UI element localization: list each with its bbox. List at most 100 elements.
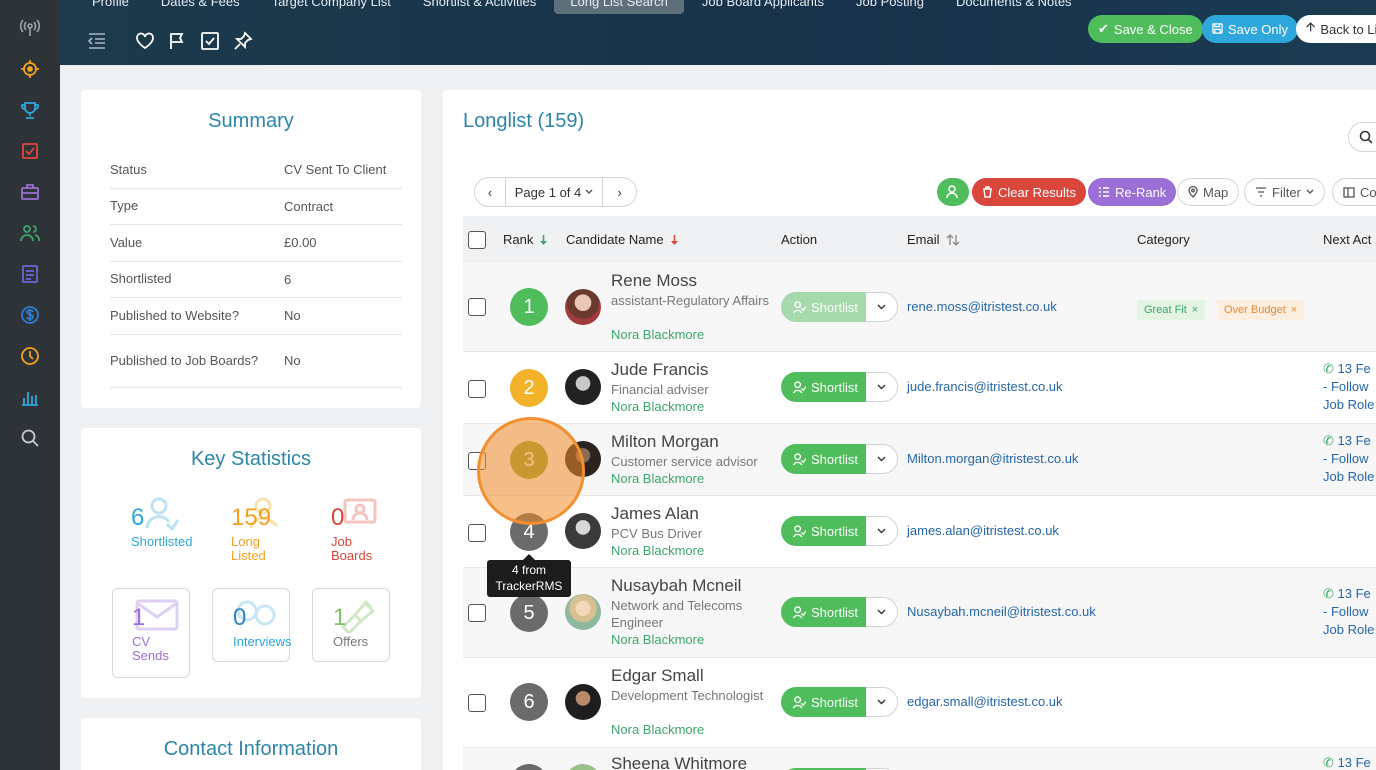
stat-interviews[interactable]: 0 Interviews bbox=[212, 588, 292, 662]
tab-long-list-search[interactable]: Long List Search bbox=[554, 0, 684, 14]
column-action[interactable]: Action bbox=[781, 216, 817, 263]
next-action[interactable]: ✆ 13 Fe - Follow Job Role bbox=[1323, 585, 1374, 639]
table-row[interactable]: 4 James Alan PCV Bus Driver Nora Blackmo… bbox=[463, 496, 1376, 568]
flag-icon[interactable] bbox=[166, 30, 188, 52]
save-only-button[interactable]: Save Only bbox=[1202, 15, 1298, 43]
tab-target-company-list[interactable]: Target Company List bbox=[256, 0, 407, 14]
candidate-email[interactable]: james.alan@itristest.co.uk bbox=[907, 523, 1059, 538]
table-row[interactable]: 2 Jude Francis Financial adviser Nora Bl… bbox=[463, 352, 1376, 424]
candidate-email[interactable]: Nusaybah.mcneil@itristest.co.uk bbox=[907, 604, 1096, 619]
candidate-email[interactable]: jude.francis@itristest.co.uk bbox=[907, 379, 1063, 394]
candidate-name[interactable]: James Alan bbox=[611, 504, 699, 524]
tag-remove-icon[interactable]: × bbox=[1291, 304, 1297, 316]
shortlist-button[interactable]: Shortlist bbox=[781, 444, 866, 474]
shortlist-button[interactable]: Shortlist bbox=[781, 292, 866, 322]
next-page-button[interactable]: › bbox=[603, 178, 636, 206]
stat-shortlisted[interactable]: 6 Shortlisted bbox=[131, 496, 211, 556]
add-candidate-button[interactable] bbox=[937, 178, 969, 206]
shortlist-dropdown[interactable] bbox=[866, 687, 898, 717]
row-checkbox[interactable] bbox=[468, 694, 486, 712]
next-action[interactable]: ✆ 13 Fe - Follow Job Role bbox=[1323, 360, 1374, 414]
column-next-action[interactable]: Next Act bbox=[1323, 216, 1371, 263]
re-rank-button[interactable]: Re-Rank bbox=[1088, 178, 1177, 206]
candidate-name[interactable]: Sheena Whitmore bbox=[611, 754, 747, 770]
stat-job-boards[interactable]: 0 Job Boards bbox=[331, 496, 401, 564]
clear-results-button[interactable]: Clear Results bbox=[972, 178, 1087, 206]
table-row[interactable]: 1 Rene Moss assistant-Regulatory Affairs… bbox=[463, 263, 1376, 352]
category-tag[interactable]: Great Fit × bbox=[1137, 300, 1206, 320]
stat-long-listed[interactable]: 159 Long Listed bbox=[231, 496, 301, 564]
tasks-icon[interactable] bbox=[19, 140, 41, 162]
table-row[interactable]: 3 Milton Morgan Customer service advisor… bbox=[463, 424, 1376, 496]
table-row[interactable]: 5 Nusaybah Mcneil Network and Telecoms E… bbox=[463, 568, 1376, 658]
shortlist-dropdown[interactable] bbox=[866, 516, 898, 546]
map-button[interactable]: Map bbox=[1177, 178, 1240, 206]
search-icon[interactable] bbox=[19, 427, 41, 449]
tag-remove-icon[interactable]: × bbox=[1192, 304, 1198, 316]
candidate-owner[interactable]: Nora Blackmore bbox=[611, 722, 704, 737]
table-row[interactable]: 7 Sheena Whitmore ✆ 13 Fe bbox=[463, 748, 1376, 770]
tab-job-board-applicants[interactable]: Job Board Applicants bbox=[686, 0, 840, 14]
shortlist-button[interactable]: Shortlist bbox=[781, 597, 866, 627]
collapse-icon[interactable] bbox=[86, 30, 108, 52]
row-checkbox[interactable] bbox=[468, 380, 486, 398]
shortlist-button[interactable]: Shortlist bbox=[781, 372, 866, 402]
row-checkbox[interactable] bbox=[468, 604, 486, 622]
tab-dates-fees[interactable]: Dates & Fees bbox=[145, 0, 256, 14]
save-close-button[interactable]: ✔ Save & Close bbox=[1088, 15, 1203, 43]
candidate-owner[interactable]: Nora Blackmore bbox=[611, 399, 704, 414]
candidate-owner[interactable]: Nora Blackmore bbox=[611, 327, 704, 342]
tab-documents-notes[interactable]: Documents & Notes bbox=[940, 0, 1088, 14]
back-button[interactable]: 🡩 Back to Li bbox=[1296, 15, 1376, 43]
trophy-icon[interactable] bbox=[19, 99, 41, 121]
heart-icon[interactable] bbox=[134, 30, 156, 52]
pin-icon[interactable] bbox=[232, 30, 254, 52]
shortlist-dropdown[interactable] bbox=[866, 597, 898, 627]
row-checkbox[interactable] bbox=[468, 524, 486, 542]
tab-profile[interactable]: Profile bbox=[60, 0, 145, 14]
page-select[interactable]: Page 1 of 4 bbox=[506, 178, 603, 206]
filter-button[interactable]: Filter bbox=[1244, 178, 1325, 206]
candidate-owner[interactable]: Nora Blackmore bbox=[611, 632, 704, 647]
candidate-email[interactable]: rene.moss@itristest.co.uk bbox=[907, 299, 1057, 314]
clock-icon[interactable] bbox=[19, 345, 41, 367]
columns-button[interactable]: Co bbox=[1332, 178, 1376, 206]
document-icon[interactable] bbox=[19, 263, 41, 285]
candidate-email[interactable]: edgar.small@itristest.co.uk bbox=[907, 694, 1063, 709]
category-tag[interactable]: Over Budget × bbox=[1217, 300, 1305, 320]
shortlist-dropdown[interactable] bbox=[866, 372, 898, 402]
candidate-name[interactable]: Rene Moss bbox=[611, 271, 697, 291]
broadcast-icon[interactable] bbox=[19, 17, 41, 39]
chart-icon[interactable] bbox=[19, 386, 41, 408]
tab-shortlist-activities[interactable]: Shortlist & Activities bbox=[407, 0, 552, 14]
tab-job-posting[interactable]: Job Posting bbox=[840, 0, 940, 14]
shortlist-button[interactable]: Shortlist bbox=[781, 516, 866, 546]
stat-cv-sends[interactable]: 1 CV Sends bbox=[112, 588, 190, 678]
candidate-name[interactable]: Edgar Small bbox=[611, 666, 704, 686]
search-button[interactable] bbox=[1348, 122, 1376, 152]
next-action[interactable]: ✆ 13 Fe - Follow Job Role bbox=[1323, 432, 1374, 486]
row-checkbox[interactable] bbox=[468, 298, 486, 316]
candidate-name[interactable]: Jude Francis bbox=[611, 360, 708, 380]
shortlist-dropdown[interactable] bbox=[866, 292, 898, 322]
candidate-name[interactable]: Milton Morgan bbox=[611, 432, 719, 452]
column-rank[interactable]: Rank bbox=[503, 216, 548, 263]
money-icon[interactable] bbox=[19, 304, 41, 326]
shortlist-button[interactable]: Shortlist bbox=[781, 687, 866, 717]
checkbox-icon[interactable] bbox=[199, 30, 221, 52]
candidate-email[interactable]: Milton.morgan@itristest.co.uk bbox=[907, 451, 1078, 466]
prev-page-button[interactable]: ‹ bbox=[475, 178, 506, 206]
candidate-owner[interactable]: Nora Blackmore bbox=[611, 471, 704, 486]
select-all-checkbox[interactable] bbox=[468, 231, 486, 249]
next-action[interactable]: ✆ 13 Fe bbox=[1323, 754, 1371, 770]
column-category[interactable]: Category bbox=[1137, 216, 1190, 263]
shortlist-dropdown[interactable] bbox=[866, 444, 898, 474]
column-candidate-name[interactable]: Candidate Name bbox=[566, 216, 679, 263]
people-icon[interactable] bbox=[19, 222, 41, 244]
target-icon[interactable] bbox=[19, 58, 41, 80]
candidate-owner[interactable]: Nora Blackmore bbox=[611, 543, 704, 558]
briefcase-icon[interactable] bbox=[19, 181, 41, 203]
stat-offers[interactable]: 1 Offers bbox=[312, 588, 390, 662]
candidate-name[interactable]: Nusaybah Mcneil bbox=[611, 576, 741, 596]
column-email[interactable]: Email bbox=[907, 216, 960, 263]
